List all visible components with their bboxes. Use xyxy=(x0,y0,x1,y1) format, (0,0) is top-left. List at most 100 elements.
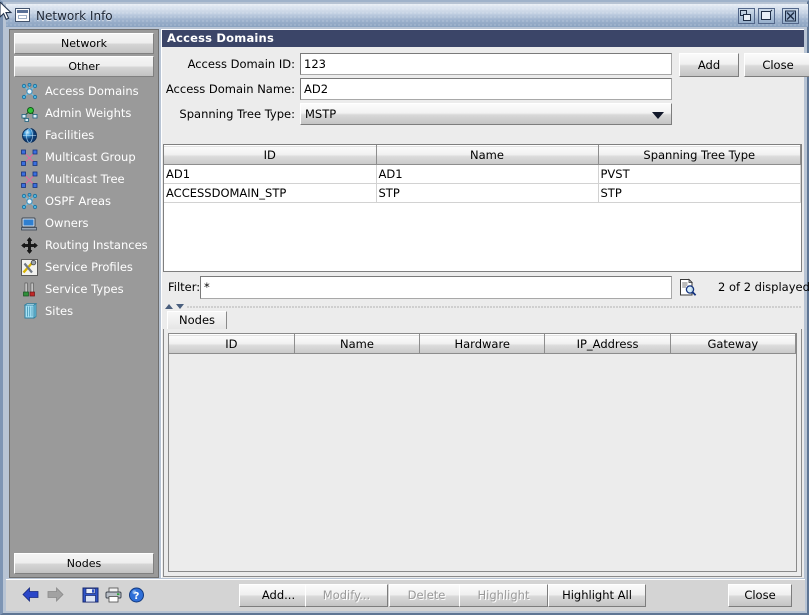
spanning-tree-type-select[interactable]: MSTP xyxy=(300,103,672,125)
sidebar-item-label: Routing Instances xyxy=(45,238,148,252)
nodes-panel: ID Name Hardware IP_Address Gateway xyxy=(163,329,802,577)
sidebar-item-service-types[interactable]: Service Types xyxy=(11,278,157,300)
nodes-column-header-gateway[interactable]: Gateway xyxy=(670,335,795,354)
sidebar-item-routing-instances[interactable]: Routing Instances xyxy=(11,234,157,256)
chevron-down-icon xyxy=(652,112,664,119)
network-nodes-icon xyxy=(21,193,38,210)
access-domain-id-input[interactable]: 123 xyxy=(300,53,672,75)
multicast-tree-icon xyxy=(21,171,38,188)
nodes-header-row: ID Name Hardware IP_Address Gateway xyxy=(169,335,796,354)
sidebar-item-sites[interactable]: Sites xyxy=(11,300,157,322)
modify-button: Modify... xyxy=(305,584,388,607)
forward-arrow-icon xyxy=(47,587,64,605)
access-domain-form: Access Domain ID: 123 Access Domain Name… xyxy=(162,47,804,147)
monitor-icon xyxy=(21,215,38,232)
sidebar-item-multicast-group[interactable]: Multicast Group xyxy=(11,146,157,168)
title-bar-texture xyxy=(6,4,808,27)
sidebar-item-multicast-tree[interactable]: Multicast Tree xyxy=(11,168,157,190)
cell-spanning-tree-type: PVST xyxy=(598,165,801,184)
spanning-tree-type-value: MSTP xyxy=(305,107,336,121)
tools-icon xyxy=(21,259,38,276)
splitter-grip xyxy=(187,306,802,308)
print-icon[interactable] xyxy=(105,587,122,606)
panel-splitter[interactable] xyxy=(163,302,802,311)
save-icon[interactable] xyxy=(82,587,99,606)
spanning-tree-type-label: Spanning Tree Type: xyxy=(162,103,295,125)
nodes-table[interactable]: ID Name Hardware IP_Address Gateway xyxy=(168,333,797,572)
nodes-column-header-ip-address[interactable]: IP_Address xyxy=(545,335,670,354)
cell-id: ACCESSDOMAIN_STP xyxy=(164,184,376,203)
hammer-screwdriver-icon xyxy=(21,281,38,298)
nodes-column-header-id[interactable]: ID xyxy=(169,335,294,354)
tab-nodes[interactable]: Nodes xyxy=(167,311,227,330)
sidebar-item-label: Service Types xyxy=(45,282,124,296)
panel-title: Access Domains xyxy=(162,30,804,47)
splitter-collapse-up-icon[interactable] xyxy=(165,304,173,309)
filter-input[interactable]: * xyxy=(200,276,672,299)
window-content: Network Other xyxy=(6,27,805,611)
close-button-top[interactable]: Close xyxy=(744,53,809,77)
splitter-collapse-down-icon[interactable] xyxy=(176,304,184,309)
table-row[interactable]: AD1 AD1 PVST xyxy=(164,165,801,184)
access-domain-name-input[interactable]: AD2 xyxy=(300,78,672,100)
cell-id: AD1 xyxy=(164,165,376,184)
close-button-bottom[interactable]: Close xyxy=(728,584,792,607)
weighted-graph-icon xyxy=(21,105,38,122)
four-arrows-icon xyxy=(21,237,38,254)
add-button-top[interactable]: Add xyxy=(679,53,739,77)
close-icon[interactable] xyxy=(782,8,799,24)
sidebar-item-access-domains[interactable]: Access Domains xyxy=(11,80,157,102)
document-search-icon[interactable] xyxy=(678,278,697,297)
sidebar-item-label: Sites xyxy=(45,304,73,318)
sidebar-item-admin-weights[interactable]: Admin Weights xyxy=(11,102,157,124)
sidebar-item-owners[interactable]: Owners xyxy=(11,212,157,234)
network-info-window: Network Info Network Other xyxy=(0,0,809,615)
back-arrow-icon[interactable] xyxy=(22,587,39,605)
multicast-group-icon xyxy=(21,149,38,166)
sidebar-item-label: Admin Weights xyxy=(45,106,131,120)
highlight-all-button[interactable]: Highlight All xyxy=(548,584,646,607)
sidebar-item-service-profiles[interactable]: Service Profiles xyxy=(11,256,157,278)
sidebar-item-label: Multicast Tree xyxy=(45,172,125,186)
sidebar-item-facilities[interactable]: Facilities xyxy=(11,124,157,146)
sidebar-tab-other[interactable]: Other xyxy=(14,56,154,77)
restore-icon[interactable] xyxy=(738,8,755,24)
sidebar-tab-network[interactable]: Network xyxy=(14,33,154,54)
maximize-icon[interactable] xyxy=(758,8,775,24)
access-domains-table[interactable]: ID Name Spanning Tree Type AD1 AD1 PVST … xyxy=(163,144,802,272)
cell-name: STP xyxy=(376,184,598,203)
column-header-name[interactable]: Name xyxy=(376,146,598,165)
nodes-column-header-name[interactable]: Name xyxy=(294,335,419,354)
sidebar-item-label: Access Domains xyxy=(45,84,139,98)
column-header-spanning-tree-type[interactable]: Spanning Tree Type xyxy=(598,146,801,165)
main-panel: Access Domains Access Domain ID: 123 Acc… xyxy=(161,29,804,578)
column-header-id[interactable]: ID xyxy=(164,146,376,165)
sidebar-item-label: OSPF Areas xyxy=(45,194,111,208)
window-icon xyxy=(15,8,30,22)
sidebar-item-label: Multicast Group xyxy=(45,150,136,164)
nodes-column-header-hardware[interactable]: Hardware xyxy=(420,335,545,354)
access-domain-name-label: Access Domain Name: xyxy=(162,78,295,100)
table-header-row: ID Name Spanning Tree Type xyxy=(164,146,801,165)
network-nodes-icon xyxy=(21,83,38,100)
sidebar-item-label: Facilities xyxy=(45,128,94,142)
title-bar: Network Info xyxy=(6,4,808,27)
bottom-toolbar: ? Add... Modify... Delete Highlight High… xyxy=(6,579,805,611)
access-domain-id-label: Access Domain ID: xyxy=(162,53,295,75)
sidebar-tab-nodes[interactable]: Nodes xyxy=(14,553,154,574)
cell-name: AD1 xyxy=(376,165,598,184)
svg-text:?: ? xyxy=(134,591,140,602)
access-domains-grid: ID Name Spanning Tree Type AD1 AD1 PVST … xyxy=(164,145,801,203)
filter-row: Filter: * 2 of 2 displayed xyxy=(163,276,802,300)
help-icon[interactable]: ? xyxy=(128,587,145,606)
bottom-tab-strip: Nodes xyxy=(163,311,802,330)
sidebar-item-label: Service Profiles xyxy=(45,260,133,274)
sidebar-item-ospf-areas[interactable]: OSPF Areas xyxy=(11,190,157,212)
cell-spanning-tree-type: STP xyxy=(598,184,801,203)
table-row[interactable]: ACCESSDOMAIN_STP STP STP xyxy=(164,184,801,203)
filter-count-label: 2 of 2 displayed xyxy=(718,280,809,294)
nodes-grid: ID Name Hardware IP_Address Gateway xyxy=(169,334,796,354)
window-title: Network Info xyxy=(36,7,113,25)
sidebar-item-list: Access Domains xyxy=(11,80,157,550)
sidebar: Network Other xyxy=(9,29,159,578)
